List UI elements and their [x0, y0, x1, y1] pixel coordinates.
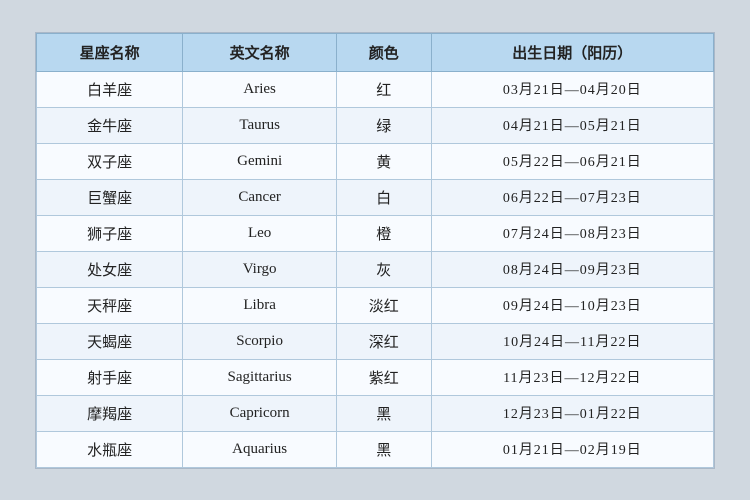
- cell-color: 白: [336, 179, 431, 215]
- cell-chinese-name: 处女座: [37, 251, 183, 287]
- cell-chinese-name: 天秤座: [37, 287, 183, 323]
- cell-english-name: Capricorn: [183, 395, 337, 431]
- cell-english-name: Libra: [183, 287, 337, 323]
- cell-chinese-name: 射手座: [37, 359, 183, 395]
- cell-color: 灰: [336, 251, 431, 287]
- cell-english-name: Leo: [183, 215, 337, 251]
- header-date: 出生日期（阳历）: [431, 33, 713, 71]
- cell-chinese-name: 摩羯座: [37, 395, 183, 431]
- table-row: 水瓶座Aquarius黑01月21日—02月19日: [37, 431, 714, 467]
- cell-color: 黑: [336, 395, 431, 431]
- cell-date: 11月23日—12月22日: [431, 359, 713, 395]
- cell-english-name: Cancer: [183, 179, 337, 215]
- cell-chinese-name: 巨蟹座: [37, 179, 183, 215]
- cell-date: 08月24日—09月23日: [431, 251, 713, 287]
- cell-color: 红: [336, 71, 431, 107]
- cell-english-name: Virgo: [183, 251, 337, 287]
- table-body: 白羊座Aries红03月21日—04月20日金牛座Taurus绿04月21日—0…: [37, 71, 714, 467]
- table-row: 白羊座Aries红03月21日—04月20日: [37, 71, 714, 107]
- cell-color: 淡红: [336, 287, 431, 323]
- table-row: 摩羯座Capricorn黑12月23日—01月22日: [37, 395, 714, 431]
- cell-english-name: Aries: [183, 71, 337, 107]
- cell-english-name: Aquarius: [183, 431, 337, 467]
- table-row: 天秤座Libra淡红09月24日—10月23日: [37, 287, 714, 323]
- table-row: 处女座Virgo灰08月24日—09月23日: [37, 251, 714, 287]
- cell-color: 橙: [336, 215, 431, 251]
- cell-date: 12月23日—01月22日: [431, 395, 713, 431]
- table-row: 双子座Gemini黄05月22日—06月21日: [37, 143, 714, 179]
- cell-english-name: Scorpio: [183, 323, 337, 359]
- cell-chinese-name: 白羊座: [37, 71, 183, 107]
- cell-color: 黄: [336, 143, 431, 179]
- cell-color: 深红: [336, 323, 431, 359]
- zodiac-table-container: 星座名称 英文名称 颜色 出生日期（阳历） 白羊座Aries红03月21日—04…: [35, 32, 715, 469]
- zodiac-table: 星座名称 英文名称 颜色 出生日期（阳历） 白羊座Aries红03月21日—04…: [36, 33, 714, 468]
- header-color: 颜色: [336, 33, 431, 71]
- cell-date: 10月24日—11月22日: [431, 323, 713, 359]
- table-row: 金牛座Taurus绿04月21日—05月21日: [37, 107, 714, 143]
- cell-chinese-name: 水瓶座: [37, 431, 183, 467]
- table-row: 天蝎座Scorpio深红10月24日—11月22日: [37, 323, 714, 359]
- table-row: 狮子座Leo橙07月24日—08月23日: [37, 215, 714, 251]
- cell-date: 04月21日—05月21日: [431, 107, 713, 143]
- cell-date: 01月21日—02月19日: [431, 431, 713, 467]
- cell-color: 紫红: [336, 359, 431, 395]
- cell-color: 绿: [336, 107, 431, 143]
- cell-english-name: Taurus: [183, 107, 337, 143]
- cell-chinese-name: 狮子座: [37, 215, 183, 251]
- table-row: 射手座Sagittarius紫红11月23日—12月22日: [37, 359, 714, 395]
- table-row: 巨蟹座Cancer白06月22日—07月23日: [37, 179, 714, 215]
- cell-date: 06月22日—07月23日: [431, 179, 713, 215]
- cell-english-name: Sagittarius: [183, 359, 337, 395]
- cell-date: 09月24日—10月23日: [431, 287, 713, 323]
- cell-english-name: Gemini: [183, 143, 337, 179]
- table-header-row: 星座名称 英文名称 颜色 出生日期（阳历）: [37, 33, 714, 71]
- cell-chinese-name: 金牛座: [37, 107, 183, 143]
- header-english-name: 英文名称: [183, 33, 337, 71]
- header-chinese-name: 星座名称: [37, 33, 183, 71]
- cell-date: 03月21日—04月20日: [431, 71, 713, 107]
- cell-chinese-name: 天蝎座: [37, 323, 183, 359]
- cell-date: 05月22日—06月21日: [431, 143, 713, 179]
- cell-chinese-name: 双子座: [37, 143, 183, 179]
- cell-color: 黑: [336, 431, 431, 467]
- cell-date: 07月24日—08月23日: [431, 215, 713, 251]
